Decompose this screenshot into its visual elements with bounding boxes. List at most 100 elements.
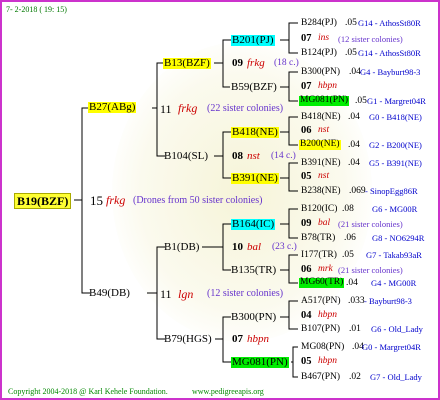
g3-d-code: nst [318,171,330,181]
g4-h2-queen: B467(PN) [301,372,341,382]
g2-a-code: frkg [247,57,265,69]
g4-g1-queen: A517(PN) [301,296,341,306]
g4-c2-place: G2 - B200(NE) [369,140,422,150]
g4-d2-queen: B238(NE) [301,186,341,196]
root-code: frkg [106,193,126,207]
g4-f1-place: G7 - Takab93aR [366,250,422,260]
g3-b-gen: 07 [301,81,312,92]
g3-f-gen: 06 [301,264,312,275]
g3-a-gen: 07 [301,33,312,44]
g4-d2-val: .069 [349,186,366,196]
g2-d-queen: B79(HGS) [164,333,212,345]
g4-a2-val: .05 [345,48,357,58]
g4-a1-queen: B284(PJ) [301,18,337,28]
g3-h-gen: 05 [301,356,312,367]
g3-e-gen: 09 [301,218,312,229]
root-gen: 15 [90,193,103,208]
g3-f-queen: B135(TR) [231,264,277,276]
g4-e2-queen: B78(TR) [301,233,336,243]
g4-e2-place: G8 - NO6294R [372,233,425,243]
header-date: 7- 2-2018 ( 19: 15) [6,5,67,14]
g4-e1-place: G6 - MG00R [372,204,418,214]
g3-h-queen: MG081(PN) [231,356,289,368]
g4-d1-queen: B391(NE) [301,158,341,168]
g3-d-gen: 05 [301,171,312,182]
g4-c1-queen: B418(NE) [301,112,341,122]
g4-g2-val: .01 [349,324,361,334]
g3-g-queen: B300(PN) [231,311,277,323]
g4-e1-queen: B120(IC) [301,204,338,214]
g3-b-queen: B59(BZF) [231,81,277,93]
g3-g-code: hbpn [318,310,337,320]
g3-e-code: bal [318,218,331,228]
g4-f2-queen: MG60(TR) [299,277,345,288]
g2-a-gen: 09 [232,57,243,69]
g4-g2-place: G6 - Old_Lady [371,324,423,334]
g2-d-gen: 07 [232,333,243,345]
g4-h1-place: G0 - Margret04R [362,342,421,352]
g4-c1-place: G0 - B418(NE) [369,112,422,122]
g2-c-info: (23 c.) [272,242,297,252]
footer-site-link[interactable]: www.pedigreeapis.org [192,388,264,396]
g2-c-gen: 10 [232,241,243,253]
g4-a2-place: G14 - AthosSt80R [358,48,421,58]
g4-c2-queen: B200(NE) [299,139,341,150]
g4-a1-val: .05 [345,18,357,28]
g4-d1-val: .04 [348,158,360,168]
dam-queen: B49(DB) [89,287,130,299]
g4-g2-queen: B107(PN) [301,324,341,334]
dam-code: lgn [178,287,194,301]
g4-h1-queen: MG08(PN) [301,342,345,352]
g4-b2-place: G1 - Margret04R [367,96,426,106]
g4-h2-val: .02 [349,372,361,382]
g3-c-code: nst [318,125,330,135]
g4-b1-place: G4 - Bayburt98-3 [360,67,421,77]
g3-a-info: (12 sister colonies) [338,34,403,44]
g3-d-queen: B391(NE) [231,172,279,184]
g4-a1-place: G14 - AthosSt80R [358,18,421,28]
g4-d2-place: - SinopEgg86R [365,186,418,196]
g4-e2-val: .06 [344,233,356,243]
g3-a-code: ins [318,33,330,43]
g4-f2-place: G4 - MG00R [371,278,417,288]
g3-f-code: mrk [318,264,333,274]
g4-f1-val: .05 [342,250,354,260]
sire-gen: 11 [160,102,172,116]
root-queen: B19(BZF) [14,193,72,209]
pedigree-frame: 7- 2-2018 ( 19: 15) B19(BZF) 15 frkg (Dr… [0,0,440,400]
g2-b-info: (14 c.) [271,151,296,161]
g4-f1-queen: I177(TR) [301,250,337,260]
g4-h2-place: G7 - Old_Lady [370,372,422,382]
g3-f-info: (21 sister colonies) [338,265,403,275]
g4-a2-queen: B124(PJ) [301,48,337,58]
g3-c-gen: 06 [301,125,312,136]
g4-c1-val: .04 [348,112,360,122]
g4-b2-queen: MG081(PN) [299,95,350,106]
g4-g1-val: .033 [348,296,365,306]
g4-f2-val: .04 [346,278,358,288]
g3-e-queen: B164(IC) [231,218,276,230]
dam-gen: 11 [160,287,172,301]
root-info: (Drones from 50 sister colonies) [133,195,263,206]
g3-e-info: (21 sister colonies) [338,219,403,229]
footer-copyright: Copyright 2004-2018 @ Karl Kehele Founda… [8,387,168,396]
g2-c-code: bal [247,241,262,253]
g4-b1-queen: B300(PN) [301,67,341,77]
g4-e1-val: .08 [342,204,354,214]
g2-b-queen: B104(SL) [164,150,208,162]
g4-g1-place: - Bayburt98-3 [364,296,412,306]
g2-b-code: nst [247,150,260,162]
g4-d1-place: G5 - B391(NE) [369,158,422,168]
g2-b-gen: 08 [232,150,243,162]
sire-code: frkg [178,101,198,115]
g3-a-queen: B201(PJ) [231,34,275,46]
g2-a-info: (18 c.) [274,58,299,68]
sire-info: (22 sister colonies) [207,103,284,114]
g3-b-code: hbpn [318,81,337,91]
dam-info: (12 sister colonies) [207,288,284,299]
g3-g-gen: 04 [301,310,312,321]
g2-a-queen: B13(BZF) [163,57,211,69]
g2-d-code: hbpn [247,333,269,345]
g3-h-code: hbpn [318,356,337,366]
g3-c-queen: B418(NE) [231,126,279,138]
